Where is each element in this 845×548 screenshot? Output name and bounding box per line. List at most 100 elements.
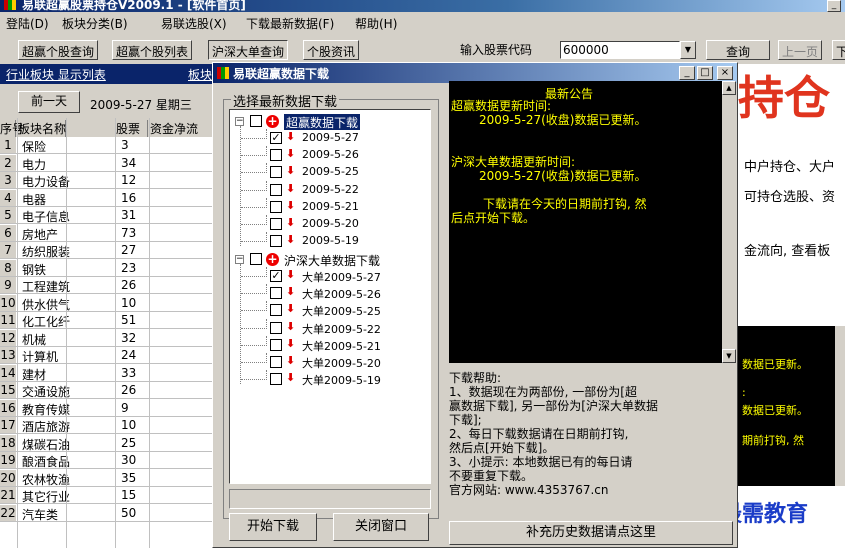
tree-item-label[interactable]: 2009-5-25: [302, 165, 359, 181]
table-row[interactable]: 5 电子信息 31: [0, 207, 215, 224]
table-row[interactable]: 1 保险 3: [0, 137, 215, 154]
row-sector-name: 建材: [22, 367, 47, 382]
tree-item-label[interactable]: 大单2009-5-19: [302, 372, 381, 388]
sector-table: 序号 板块名称 股票 资金净流 1 保险 3 2 电力 34 3 电力设备 12 4 电器 16 5 电子…: [0, 118, 215, 548]
table-row[interactable]: 20 农林牧渔 35: [0, 469, 215, 487]
col-header-flow[interactable]: 资金净流: [150, 120, 214, 137]
menu-stock-selection[interactable]: 易联选股(X): [161, 15, 227, 32]
tree-item-label[interactable]: 大单2009-5-21: [302, 338, 381, 354]
table-row[interactable]: 11 化工化纤 51: [0, 312, 215, 329]
table-row[interactable]: 2 电力 34: [0, 154, 215, 172]
table-row[interactable]: 16 教育传媒 9: [0, 399, 215, 417]
tab-stock-query[interactable]: 超赢个股查询: [18, 40, 99, 60]
history-data-button[interactable]: 补充历史数据请点这里: [449, 521, 733, 545]
prev-day-button[interactable]: 前一天: [18, 91, 80, 113]
tree-item-label[interactable]: 2009-5-20: [302, 217, 359, 233]
tab-sector-other[interactable]: 板块: [188, 66, 212, 83]
table-row[interactable]: 15 交通设施 26: [0, 382, 215, 399]
tree-item-label[interactable]: 大单2009-5-27: [302, 269, 381, 285]
chevron-down-icon[interactable]: ▼: [680, 41, 696, 59]
col-header-sector[interactable]: 板块名称: [18, 120, 66, 137]
close-window-button[interactable]: 关闭窗口: [333, 513, 429, 541]
tab-sector-list[interactable]: 行业板块 显示列表: [6, 66, 106, 83]
table-row[interactable]: 6 房地产 73: [0, 224, 215, 242]
tree-item-label[interactable]: 大单2009-5-26: [302, 286, 381, 302]
item-checkbox[interactable]: [270, 183, 282, 196]
table-row[interactable]: 12 机械 32: [0, 329, 215, 347]
group-checkbox[interactable]: [250, 115, 262, 127]
row-sector-name: 电力: [22, 157, 47, 172]
table-row[interactable]: 13 计算机 24: [0, 347, 215, 364]
table-row[interactable]: 22 汽车类 50: [0, 504, 215, 522]
table-row[interactable]: 8 钢铁 23: [0, 259, 215, 277]
menu-sector-category[interactable]: 板块分类(B): [62, 15, 128, 32]
tree-item-label[interactable]: 2009-5-26: [302, 148, 359, 164]
row-stock-count: 32: [121, 330, 137, 345]
col-header-index[interactable]: 序号: [0, 120, 24, 137]
tab-big-order-query[interactable]: 沪深大单查询: [208, 40, 289, 60]
item-checkbox[interactable]: ✓: [270, 132, 282, 144]
tree-expander[interactable]: −: [235, 255, 244, 264]
item-checkbox[interactable]: [270, 166, 282, 179]
item-checkbox[interactable]: [270, 200, 282, 213]
start-download-button[interactable]: 开始下载: [229, 513, 317, 541]
table-row[interactable]: 7 纺织服装 27: [0, 242, 215, 259]
item-checkbox[interactable]: [270, 218, 282, 230]
download-arrow-icon: ⬇: [286, 336, 296, 350]
item-checkbox[interactable]: [270, 304, 282, 317]
row-sector-name: 电子信息: [22, 210, 71, 224]
tree-expander[interactable]: −: [235, 117, 244, 126]
table-row[interactable]: 10 供水供气 10: [0, 294, 215, 312]
tree-item-label[interactable]: 2009-5-21: [302, 200, 359, 216]
col-header-stocks[interactable]: 股票: [116, 120, 148, 137]
item-checkbox[interactable]: [270, 373, 282, 386]
item-checkbox[interactable]: [270, 356, 282, 368]
table-row[interactable]: 4 电器 16: [0, 189, 215, 207]
help-line: 赢数据下载], 另一部份为[沪深大单数据: [449, 399, 658, 413]
table-row[interactable]: 9 工程建筑 26: [0, 277, 215, 294]
menu-login[interactable]: 登陆(D): [6, 15, 49, 32]
prev-page-button[interactable]: 上一页: [778, 40, 823, 60]
tree-item-label[interactable]: 2009-5-22: [302, 183, 359, 199]
scroll-down-icon[interactable]: ▼: [722, 349, 736, 363]
minimize-button[interactable]: _: [679, 66, 695, 80]
table-row[interactable]: 18 煤碳石油 25: [0, 434, 215, 452]
minimize-button[interactable]: _: [827, 0, 841, 12]
table-row[interactable]: 14 建材 33: [0, 364, 215, 382]
close-button[interactable]: ×: [717, 66, 733, 80]
item-checkbox[interactable]: ✓: [270, 270, 282, 282]
tab-stock-news[interactable]: 个股资讯: [303, 40, 360, 60]
table-row[interactable]: 19 酿酒食品 30: [0, 452, 215, 469]
tree-item-label[interactable]: 大单2009-5-20: [302, 355, 381, 371]
item-checkbox[interactable]: [270, 338, 282, 351]
item-checkbox[interactable]: [270, 321, 282, 334]
table-row[interactable]: 3 电力设备 12: [0, 172, 215, 189]
table-row[interactable]: 21 其它行业 15: [0, 487, 215, 504]
stock-code-input[interactable]: 600000: [560, 41, 680, 59]
tree-group-label[interactable]: 超赢数据下载: [284, 114, 361, 130]
menu-download-data[interactable]: 下载最新数据(F): [246, 15, 334, 32]
row-sector-name: 钢铁: [22, 262, 47, 277]
item-checkbox[interactable]: [270, 287, 282, 300]
table-row[interactable]: 17 酒店旅游 10: [0, 417, 215, 434]
announcement-scrollbar[interactable]: ▲ ▼: [722, 81, 736, 363]
tab-stock-list[interactable]: 超赢个股列表: [112, 40, 193, 60]
item-checkbox[interactable]: [270, 149, 282, 162]
row-stock-count: 16: [121, 190, 137, 205]
item-checkbox[interactable]: [270, 235, 282, 248]
tree-item-label[interactable]: 2009-5-19: [302, 234, 359, 250]
tree-item-label[interactable]: 大单2009-5-22: [302, 321, 381, 337]
row-sector-name: 机械: [22, 332, 47, 347]
group-checkbox[interactable]: [250, 253, 262, 265]
query-button[interactable]: 查询: [706, 40, 770, 60]
announcement-line: 2009-5-27(收盘)数据已更新。: [479, 169, 647, 183]
tree-item-label[interactable]: 2009-5-27: [302, 131, 359, 147]
maximize-button[interactable]: □: [697, 66, 713, 80]
next-page-button[interactable]: 下: [832, 40, 845, 60]
tree-item-label[interactable]: 大单2009-5-25: [302, 303, 381, 319]
column-divider: [17, 118, 18, 548]
tree-group-label[interactable]: 沪深大单数据下载: [284, 252, 380, 268]
scroll-up-icon[interactable]: ▲: [722, 81, 736, 95]
scrollbar[interactable]: [835, 326, 845, 486]
menu-help[interactable]: 帮助(H): [355, 15, 397, 32]
